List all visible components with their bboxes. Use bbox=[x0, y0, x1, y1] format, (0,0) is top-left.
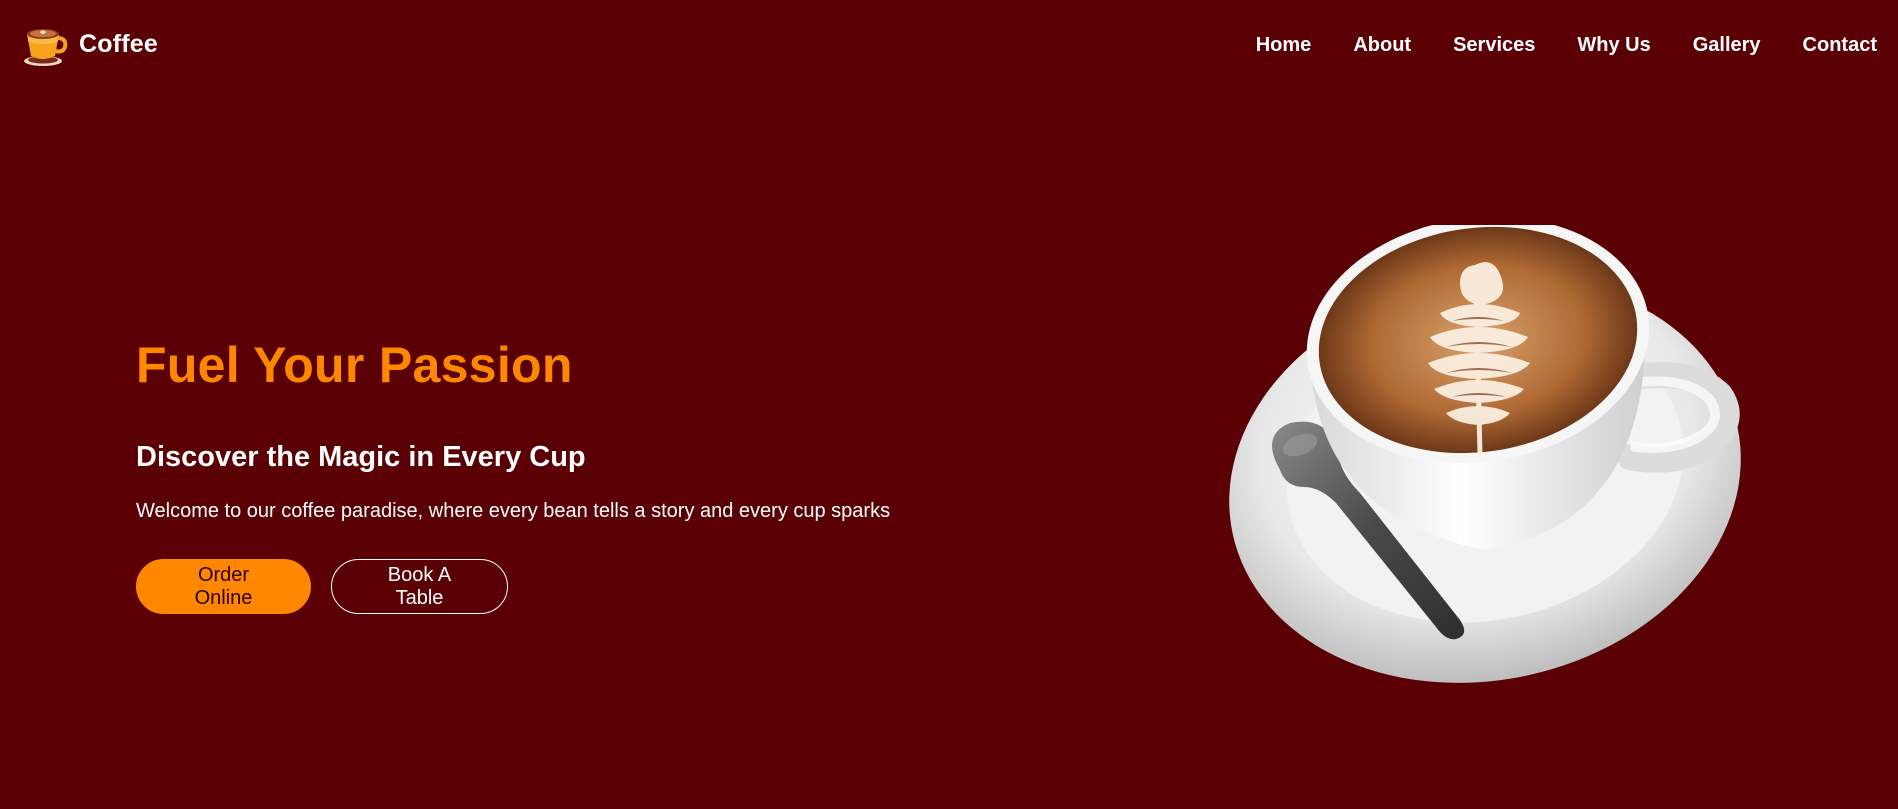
hero-title: Fuel Your Passion bbox=[136, 337, 573, 393]
coffee-cup-icon bbox=[24, 29, 68, 66]
book-table-button[interactable]: Book A Table bbox=[331, 559, 508, 614]
nav-item-home: Home bbox=[1256, 31, 1312, 59]
nav-link-about[interactable]: About bbox=[1353, 31, 1411, 59]
brand-name: Coffee bbox=[79, 29, 158, 58]
nav-item-why-us: Why Us bbox=[1577, 31, 1650, 59]
nav-link-contact[interactable]: Contact bbox=[1803, 31, 1877, 59]
latte-cup-illustration bbox=[1229, 225, 1741, 683]
brand[interactable]: Coffee bbox=[21, 20, 158, 68]
nav-item-about: About bbox=[1353, 31, 1411, 59]
navbar: Coffee Home About Services Why Us Galler… bbox=[0, 0, 1898, 90]
nav-item-gallery: Gallery bbox=[1693, 31, 1761, 59]
nav-link-services[interactable]: Services bbox=[1453, 31, 1535, 59]
nav-link-gallery[interactable]: Gallery bbox=[1693, 31, 1761, 59]
nav-item-contact: Contact bbox=[1803, 31, 1877, 59]
hero-description: Welcome to our coffee paradise, where ev… bbox=[136, 500, 891, 522]
hero-subtitle: Discover the Magic in Every Cup bbox=[136, 441, 586, 473]
nav-link-why-us[interactable]: Why Us bbox=[1577, 31, 1650, 59]
order-online-button[interactable]: Order Online bbox=[136, 559, 311, 614]
nav-link-home[interactable]: Home bbox=[1256, 31, 1312, 59]
hero-text: Fuel Your Passion Discover the Magic in … bbox=[136, 330, 956, 614]
nav-menu: Home About Services Why Us Gallery Conta… bbox=[1256, 31, 1877, 59]
hero-buttons: Order Online Book A Table bbox=[136, 559, 956, 614]
nav-item-services: Services bbox=[1453, 31, 1535, 59]
